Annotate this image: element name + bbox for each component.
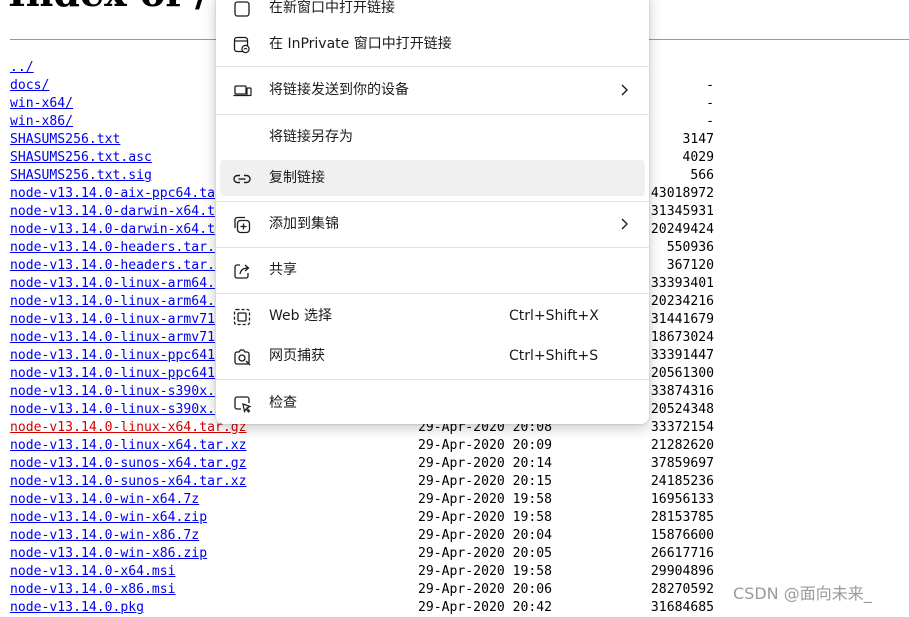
chevron-right-icon — [617, 83, 631, 97]
file-link[interactable]: node-v13.14.0-headers.tar. — [10, 257, 215, 275]
file-size: 28153785 — [650, 510, 714, 525]
new-window-icon — [232, 0, 252, 19]
file-link[interactable]: ../ — [10, 59, 34, 77]
menu-item-save-link-as[interactable]: 将链接另存为 — [220, 119, 645, 155]
menu-item-copy-link[interactable]: 复制链接 — [220, 160, 645, 196]
inprivate-window-icon — [232, 35, 252, 55]
file-size: 37859697 — [650, 456, 714, 471]
file-date: 29-Apr-2020 19:58 — [418, 510, 553, 525]
file-link[interactable]: win-x86/ — [10, 113, 73, 131]
file-size: 29904896 — [650, 564, 714, 579]
menu-item-label: 网页捕获 — [269, 348, 325, 364]
chevron-right-icon — [617, 217, 631, 231]
file-date: 29-Apr-2020 20:14 — [418, 456, 553, 471]
web-select-icon — [232, 307, 252, 327]
file-date: 29-Apr-2020 20:09 — [418, 438, 553, 453]
file-link[interactable]: node-v13.14.0-win-x64.zip — [10, 509, 207, 527]
file-link[interactable]: node-v13.14.0-linux-arm64. — [10, 275, 215, 293]
share-icon — [232, 261, 252, 281]
menu-item-open-inprivate[interactable]: 在 InPrivate 窗口中打开链接 — [220, 26, 645, 62]
menu-separator — [216, 379, 649, 380]
menu-item-label: Web 选择 — [269, 308, 332, 324]
file-link[interactable]: node-v13.14.0-darwin-x64.t — [10, 203, 215, 221]
file-link[interactable]: SHASUMS256.txt.sig — [10, 167, 152, 185]
file-link[interactable]: node-v13.14.0-linux-s390x. — [10, 383, 215, 401]
menu-item-label: 检查 — [269, 395, 297, 411]
menu-item-add-to-collections[interactable]: 添加到集锦 — [220, 206, 645, 242]
menu-item-label: 将链接发送到你的设备 — [269, 82, 409, 98]
file-link[interactable]: node-v13.14.0-linux-ppc641 — [10, 365, 215, 383]
file-link[interactable]: node-v13.14.0-darwin-x64.t — [10, 221, 215, 239]
menu-separator — [216, 293, 649, 294]
file-date: 29-Apr-2020 20:06 — [418, 582, 553, 597]
menu-item-shortcut: Ctrl+Shift+S — [509, 348, 599, 364]
file-link[interactable]: node-v13.14.0-linux-ppc641 — [10, 347, 215, 365]
page-title: Index of / — [8, 0, 209, 15]
file-size: 26617716 — [650, 546, 714, 561]
file-link[interactable]: node-v13.14.0-sunos-x64.tar.xz — [10, 473, 247, 491]
file-link[interactable]: node-v13.14.0.pkg — [10, 599, 144, 617]
file-link[interactable]: node-v13.14.0-linux-armv71 — [10, 329, 215, 347]
menu-item-label: 复制链接 — [269, 170, 325, 186]
menu-item-web-select[interactable]: Web 选择 Ctrl+Shift+X — [220, 298, 645, 334]
context-menu: 在新窗口中打开链接 在 InPrivate 窗口中打开链接 将链接发送到你的设备… — [216, 0, 649, 424]
file-link[interactable]: node-v13.14.0-win-x64.7z — [10, 491, 199, 509]
collections-icon — [232, 215, 252, 235]
menu-separator — [216, 247, 649, 248]
file-link[interactable]: node-v13.14.0-headers.tar. — [10, 239, 215, 257]
menu-item-label: 在 InPrivate 窗口中打开链接 — [269, 36, 452, 52]
file-date: 29-Apr-2020 20:04 — [418, 528, 553, 543]
inspect-icon — [232, 394, 252, 414]
menu-separator — [216, 201, 649, 202]
file-link[interactable]: node-v13.14.0-win-x86.zip — [10, 545, 207, 563]
file-date: 29-Apr-2020 20:05 — [418, 546, 553, 561]
file-size: 24185236 — [650, 474, 714, 489]
menu-item-label: 在新窗口中打开链接 — [269, 0, 395, 16]
menu-item-open-new-window[interactable]: 在新窗口中打开链接 — [220, 0, 645, 26]
file-size: 31684685 — [650, 600, 714, 615]
file-link[interactable]: node-v13.14.0-linux-armv71 — [10, 311, 215, 329]
file-link[interactable]: win-x64/ — [10, 95, 73, 113]
file-link[interactable]: node-v13.14.0-linux-s390x. — [10, 401, 215, 419]
menu-item-label: 共享 — [269, 262, 297, 278]
file-link[interactable]: SHASUMS256.txt — [10, 131, 120, 149]
menu-item-share[interactable]: 共享 — [220, 252, 645, 288]
menu-item-inspect[interactable]: 检查 — [220, 385, 645, 421]
file-link[interactable]: node-v13.14.0-sunos-x64.tar.gz — [10, 455, 247, 473]
file-link[interactable]: node-v13.14.0-aix-ppc64.ta — [10, 185, 215, 203]
file-link[interactable]: SHASUMS256.txt.asc — [10, 149, 152, 167]
file-link[interactable]: node-v13.14.0-x86.msi — [10, 581, 176, 599]
menu-item-label: 将链接另存为 — [269, 129, 353, 145]
file-date: 29-Apr-2020 19:58 — [418, 564, 553, 579]
watermark: CSDN @面向未来_ — [733, 584, 872, 603]
file-link[interactable]: node-v13.14.0-linux-x64.tar.xz — [10, 437, 247, 455]
file-size: 28270592 — [650, 582, 714, 597]
file-date: 29-Apr-2020 19:58 — [418, 492, 553, 507]
file-date: 29-Apr-2020 20:42 — [418, 600, 553, 615]
menu-item-send-to-devices[interactable]: 将链接发送到你的设备 — [220, 72, 645, 108]
menu-item-label: 添加到集锦 — [269, 216, 339, 232]
menu-separator — [216, 66, 649, 67]
menu-separator — [216, 114, 649, 115]
file-date: 29-Apr-2020 20:15 — [418, 474, 553, 489]
devices-icon — [232, 81, 252, 101]
web-capture-icon — [232, 347, 252, 367]
link-icon — [232, 169, 252, 189]
file-link[interactable]: node-v13.14.0-linux-arm64. — [10, 293, 215, 311]
file-link[interactable]: node-v13.14.0-linux-x64.tar.gz — [10, 419, 247, 437]
file-link[interactable]: docs/ — [10, 77, 49, 95]
file-size: 21282620 — [650, 438, 714, 453]
file-size: 16956133 — [650, 492, 714, 507]
file-size: 15876600 — [650, 528, 714, 543]
menu-item-web-capture[interactable]: 网页捕获 Ctrl+Shift+S — [220, 338, 645, 374]
file-link[interactable]: node-v13.14.0-x64.msi — [10, 563, 176, 581]
file-link[interactable]: node-v13.14.0-win-x86.7z — [10, 527, 199, 545]
menu-item-shortcut: Ctrl+Shift+X — [509, 308, 599, 324]
